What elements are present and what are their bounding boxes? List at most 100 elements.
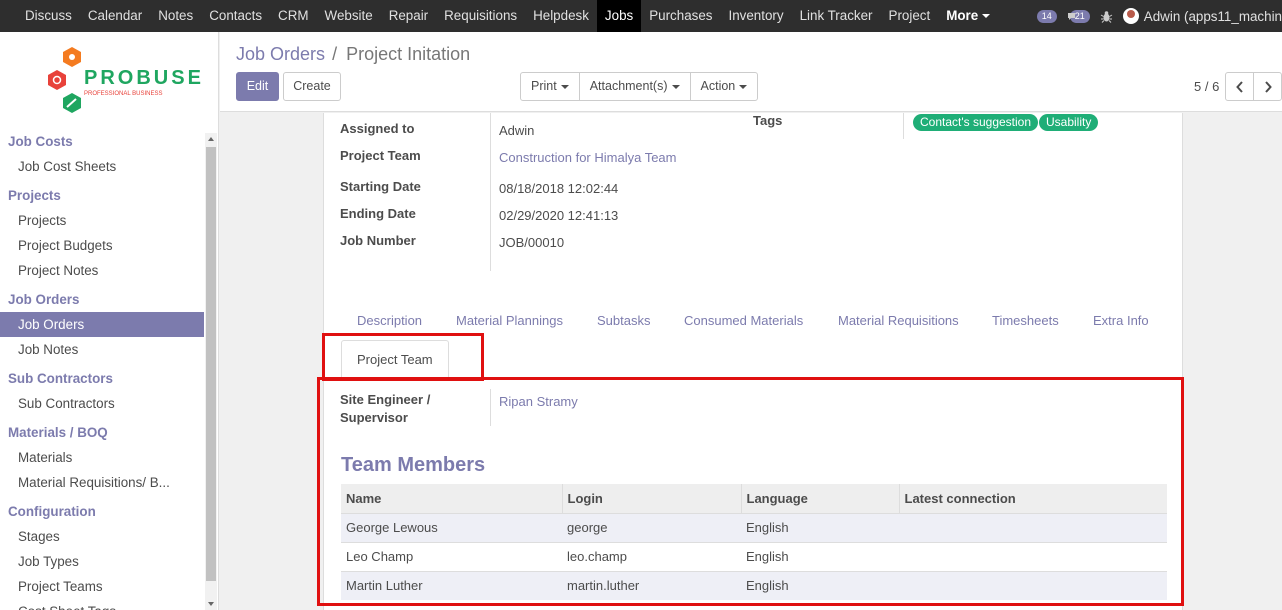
- attachments-dropdown[interactable]: Attachment(s): [578, 72, 691, 101]
- menu-calendar[interactable]: Calendar: [80, 0, 150, 32]
- sidebar-item-project-notes[interactable]: Project Notes: [0, 258, 204, 283]
- tag-usability[interactable]: Usability: [1039, 114, 1099, 131]
- scrollbar-thumb[interactable]: [206, 147, 216, 581]
- tab-material-requisitions[interactable]: Material Requisitions: [838, 313, 959, 328]
- tags-divider: [903, 113, 904, 139]
- project-team-label: Project Team: [340, 148, 421, 163]
- sidebar-item-project-budgets[interactable]: Project Budgets: [0, 233, 204, 258]
- sidebar-item-project-teams[interactable]: Project Teams: [0, 574, 204, 599]
- menu-discuss[interactable]: Discuss: [17, 0, 80, 32]
- sidebar-item-stages[interactable]: Stages: [0, 524, 204, 549]
- cell-name: Martin Luther: [341, 570, 562, 600]
- breadcrumb-job-orders[interactable]: Job Orders: [236, 44, 325, 64]
- create-button[interactable]: Create: [283, 72, 341, 101]
- pager-previous-button[interactable]: [1225, 72, 1254, 101]
- menu-repair[interactable]: Repair: [381, 0, 436, 32]
- tab-description[interactable]: Description: [357, 313, 422, 328]
- sidebar-item-job-types[interactable]: Job Types: [0, 549, 204, 574]
- menu-jobs[interactable]: Jobs: [596, 0, 642, 32]
- breadcrumb-current: Project Initation: [346, 44, 471, 64]
- tab-subtasks[interactable]: Subtasks: [597, 313, 650, 328]
- sidebar-scrollbar[interactable]: [205, 133, 217, 610]
- sidebar-section-job-orders: Job Orders: [8, 292, 80, 307]
- logo-subtext: PROFESSIONAL BUSINESS: [84, 91, 163, 97]
- notebook-tabs: Description Material Plannings Subtasks …: [341, 309, 1167, 379]
- cell-latest-connection: [899, 541, 1167, 571]
- breadcrumb-separator: /: [332, 44, 338, 64]
- menu-crm[interactable]: CRM: [270, 0, 317, 32]
- menu-link-tracker[interactable]: Link Tracker: [792, 0, 881, 32]
- column-header-language[interactable]: Language: [741, 484, 900, 513]
- sidebar-actions: Print Attachment(s) Action: [520, 72, 759, 101]
- chat-icon: [1067, 12, 1075, 20]
- sidebar-item-materials[interactable]: Materials: [0, 445, 204, 470]
- site-engineer-link[interactable]: Ripan Stramy: [499, 394, 578, 409]
- systray: 14 21 Adwin (apps11_machin: [1036, 0, 1282, 32]
- assigned-to-value: Adwin: [499, 123, 535, 138]
- job-number-label: Job Number: [340, 233, 416, 248]
- menu-more-label: More: [946, 8, 979, 23]
- tab-timesheets[interactable]: Timesheets: [992, 313, 1059, 328]
- user-menu[interactable]: Adwin (apps11_machin: [1122, 8, 1282, 24]
- chevron-right-icon: [1264, 80, 1272, 93]
- column-header-latest-connection[interactable]: Latest connection: [899, 484, 1167, 513]
- column-header-name[interactable]: Name: [341, 484, 563, 513]
- print-label: Print: [531, 79, 557, 93]
- column-header-login[interactable]: Login: [562, 484, 742, 513]
- sidebar-section-job-costs: Job Costs: [8, 134, 73, 149]
- scroll-up-icon[interactable]: [208, 137, 214, 141]
- team-members-table: Name Login Language Latest connection Ge…: [341, 484, 1167, 600]
- app-menu: Discuss Calendar Notes Contacts CRM Webs…: [0, 0, 998, 32]
- tab-material-plannings[interactable]: Material Plannings: [456, 313, 563, 328]
- table-row[interactable]: Leo Champ leo.champ English: [341, 541, 1167, 571]
- sidebar-item-material-requisitions[interactable]: Material Requisitions/ B...: [0, 470, 204, 495]
- sidebar-item-job-orders[interactable]: Job Orders: [0, 312, 204, 337]
- attachments-label: Attachment(s): [589, 79, 668, 93]
- edit-button[interactable]: Edit: [236, 72, 279, 101]
- sidebar-item-sub-contractors[interactable]: Sub Contractors: [0, 391, 204, 416]
- tab-extra-info[interactable]: Extra Info: [1093, 313, 1149, 328]
- tab-consumed-materials[interactable]: Consumed Materials: [684, 313, 803, 328]
- breadcrumb: Job Orders / Project Initation: [236, 44, 470, 65]
- menu-notes[interactable]: Notes: [150, 0, 201, 32]
- cell-login: leo.champ: [562, 541, 741, 571]
- tags-label: Tags: [753, 113, 783, 128]
- menu-requisitions[interactable]: Requisitions: [436, 0, 525, 32]
- sidebar-item-projects[interactable]: Projects: [0, 208, 204, 233]
- pager-value[interactable]: 5 / 6: [1194, 79, 1219, 94]
- form-sheet: Assigned to Adwin Project Team Construct…: [323, 113, 1183, 610]
- menu-project[interactable]: Project: [881, 0, 939, 32]
- project-team-link[interactable]: Construction for Himalya Team: [499, 150, 677, 165]
- activity-button[interactable]: 14: [1036, 9, 1057, 23]
- menu-helpdesk[interactable]: Helpdesk: [525, 0, 597, 32]
- table-row[interactable]: George Lewous george English: [341, 512, 1167, 542]
- bug-button[interactable]: [1100, 10, 1113, 23]
- menu-inventory[interactable]: Inventory: [720, 0, 791, 32]
- sidebar-item-cost-sheet-tags[interactable]: Cost Sheet Tags: [0, 599, 204, 610]
- scroll-down-icon[interactable]: [208, 602, 214, 606]
- action-dropdown[interactable]: Action: [689, 72, 759, 101]
- cell-name: George Lewous: [341, 512, 562, 542]
- menu-contacts[interactable]: Contacts: [201, 0, 270, 32]
- menu-purchases[interactable]: Purchases: [641, 0, 720, 32]
- sidebar-item-job-notes[interactable]: Job Notes: [0, 337, 204, 362]
- sidebar-item-job-cost-sheets[interactable]: Job Cost Sheets: [0, 154, 204, 179]
- menu-more[interactable]: More: [938, 0, 998, 32]
- menu-website[interactable]: Website: [317, 0, 381, 32]
- cell-login: george: [562, 512, 741, 542]
- tag-contacts-suggestion[interactable]: Contact's suggestion: [913, 114, 1039, 131]
- sidebar-section-configuration: Configuration: [8, 504, 96, 519]
- sidebar: PROBUSE PROFESSIONAL BUSINESS Job Costs …: [0, 32, 219, 610]
- logo-text: PROBUSE: [84, 67, 204, 89]
- tab-project-team[interactable]: Project Team: [341, 340, 449, 379]
- table-row[interactable]: Martin Luther martin.luther English: [341, 570, 1167, 600]
- pager-next-button[interactable]: [1253, 72, 1282, 101]
- messaging-button[interactable]: 21: [1067, 9, 1090, 23]
- starting-date-label: Starting Date: [340, 179, 421, 194]
- sidebar-section-materials-boq: Materials / BOQ: [8, 425, 108, 440]
- print-dropdown[interactable]: Print: [520, 72, 580, 101]
- field-divider: [490, 113, 491, 271]
- caret-down-icon: [560, 84, 569, 89]
- site-engineer-label-line1: Site Engineer /: [340, 392, 431, 407]
- cell-latest-connection: [899, 570, 1167, 600]
